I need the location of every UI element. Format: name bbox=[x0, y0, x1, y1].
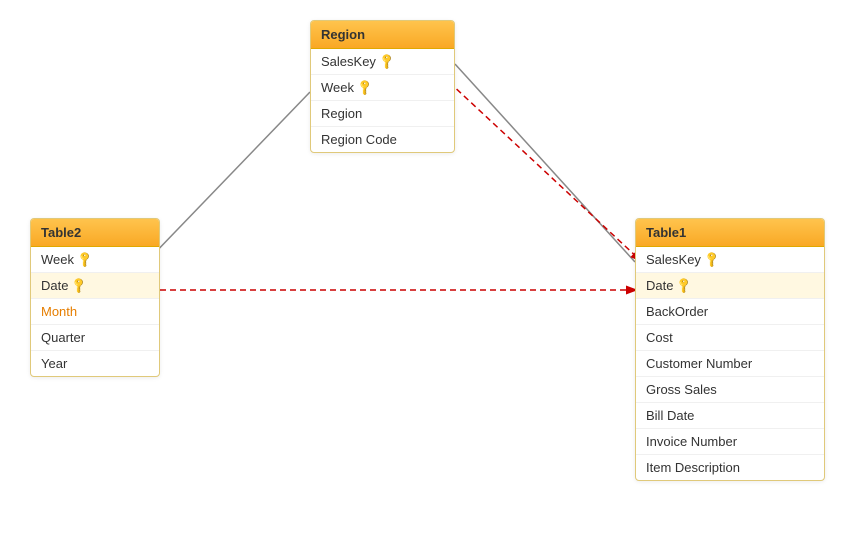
table1-row-customernumber[interactable]: Customer Number bbox=[636, 351, 824, 377]
table1-saleskey-label: SalesKey bbox=[646, 252, 701, 267]
table1-invoicenumber-label: Invoice Number bbox=[646, 434, 737, 449]
table2-row-year[interactable]: Year bbox=[31, 351, 159, 376]
table2-date-label: Date bbox=[41, 278, 68, 293]
table1-grosssales-label: Gross Sales bbox=[646, 382, 717, 397]
table1-row-invoicenumber[interactable]: Invoice Number bbox=[636, 429, 824, 455]
table1-date-icon: 🔑 bbox=[675, 276, 694, 295]
table1-row-grosssales[interactable]: Gross Sales bbox=[636, 377, 824, 403]
region-saleskey-icon: 🔑 bbox=[377, 52, 396, 71]
table2-quarter-label: Quarter bbox=[41, 330, 85, 345]
region-title: Region bbox=[321, 27, 365, 42]
table1-backorder-label: BackOrder bbox=[646, 304, 708, 319]
table1-card[interactable]: Table1 SalesKey 🔑 Date 🔑 BackOrder Cost … bbox=[635, 218, 825, 481]
table2-row-date[interactable]: Date 🔑 bbox=[31, 273, 159, 299]
table2-year-label: Year bbox=[41, 356, 67, 371]
table1-customernumber-label: Customer Number bbox=[646, 356, 752, 371]
table1-row-saleskey[interactable]: SalesKey 🔑 bbox=[636, 247, 824, 273]
table1-saleskey-icon: 🔑 bbox=[702, 250, 721, 269]
table2-card[interactable]: Table2 Week 🔑 Date 🔑 Month Quarter Year bbox=[30, 218, 160, 377]
table1-row-itemdescription[interactable]: Item Description bbox=[636, 455, 824, 480]
table2-date-icon: 🔑 bbox=[70, 276, 89, 295]
table2-row-week[interactable]: Week 🔑 bbox=[31, 247, 159, 273]
table2-header: Table2 bbox=[31, 219, 159, 247]
table1-row-billdate[interactable]: Bill Date bbox=[636, 403, 824, 429]
table1-row-backorder[interactable]: BackOrder bbox=[636, 299, 824, 325]
region-table-header: Region bbox=[311, 21, 454, 49]
table2-week-label: Week bbox=[41, 252, 74, 267]
table1-itemdescription-label: Item Description bbox=[646, 460, 740, 475]
region-week-icon: 🔑 bbox=[355, 78, 374, 97]
region-row-week[interactable]: Week 🔑 bbox=[311, 75, 454, 101]
region-table[interactable]: Region SalesKey 🔑 Week 🔑 Region Region C… bbox=[310, 20, 455, 153]
table2-title: Table2 bbox=[41, 225, 81, 240]
region-row-saleskey[interactable]: SalesKey 🔑 bbox=[311, 49, 454, 75]
table1-billdate-label: Bill Date bbox=[646, 408, 694, 423]
region-row-region[interactable]: Region bbox=[311, 101, 454, 127]
table1-row-cost[interactable]: Cost bbox=[636, 325, 824, 351]
table1-header: Table1 bbox=[636, 219, 824, 247]
region-week-label: Week bbox=[321, 80, 354, 95]
region-regioncode-label: Region Code bbox=[321, 132, 397, 147]
table2-row-month[interactable]: Month bbox=[31, 299, 159, 325]
diagram-canvas: Region SalesKey 🔑 Week 🔑 Region Region C… bbox=[0, 0, 858, 535]
table2-month-label: Month bbox=[41, 304, 77, 319]
region-row-regioncode[interactable]: Region Code bbox=[311, 127, 454, 152]
table2-row-quarter[interactable]: Quarter bbox=[31, 325, 159, 351]
table1-row-date[interactable]: Date 🔑 bbox=[636, 273, 824, 299]
table1-title: Table1 bbox=[646, 225, 686, 240]
region-region-label: Region bbox=[321, 106, 362, 121]
table2-week-icon: 🔑 bbox=[75, 250, 94, 269]
table1-date-label: Date bbox=[646, 278, 673, 293]
region-saleskey-label: SalesKey bbox=[321, 54, 376, 69]
table1-cost-label: Cost bbox=[646, 330, 673, 345]
